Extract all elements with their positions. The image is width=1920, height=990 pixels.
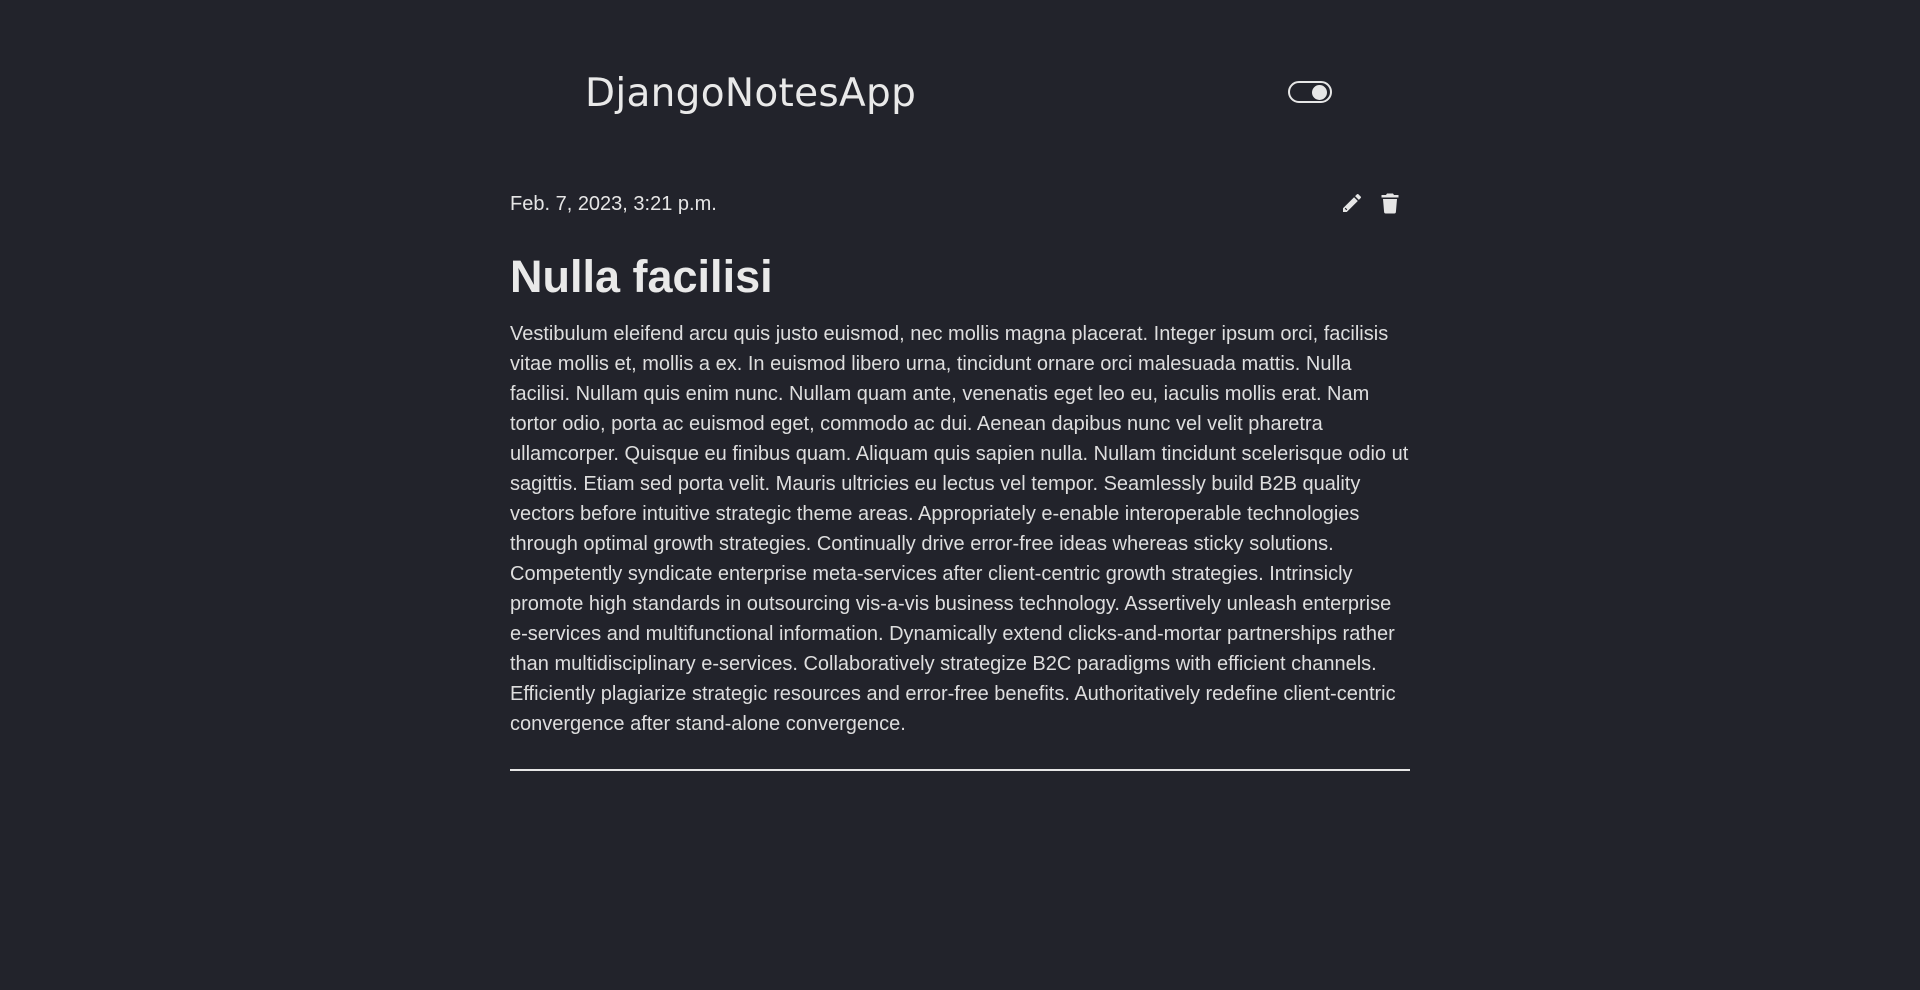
note-meta-row: Feb. 7, 2023, 3:21 p.m. (510, 185, 1410, 225)
note-date: Feb. 7, 2023, 3:21 p.m. (510, 193, 717, 215)
trash-icon (1381, 193, 1399, 214)
delete-button[interactable] (1378, 191, 1402, 215)
app-title-link[interactable]: DjangoNotesApp (585, 62, 916, 126)
note-title: Nulla facilisi (510, 251, 773, 302)
note-actions (1340, 191, 1402, 215)
divider (510, 769, 1410, 771)
theme-toggle[interactable] (1288, 81, 1332, 103)
header: DjangoNotesApp (0, 62, 1920, 126)
toggle-knob (1312, 85, 1327, 100)
edit-button[interactable] (1340, 191, 1364, 215)
page: DjangoNotesApp Feb. 7, 2023, 3:21 p.m. N… (0, 0, 1920, 990)
note-body: Vestibulum eleifend arcu quis justo euis… (510, 323, 1409, 735)
pencil-icon (1343, 193, 1362, 212)
note-detail: Feb. 7, 2023, 3:21 p.m. Nulla facilisi V… (510, 185, 1410, 771)
